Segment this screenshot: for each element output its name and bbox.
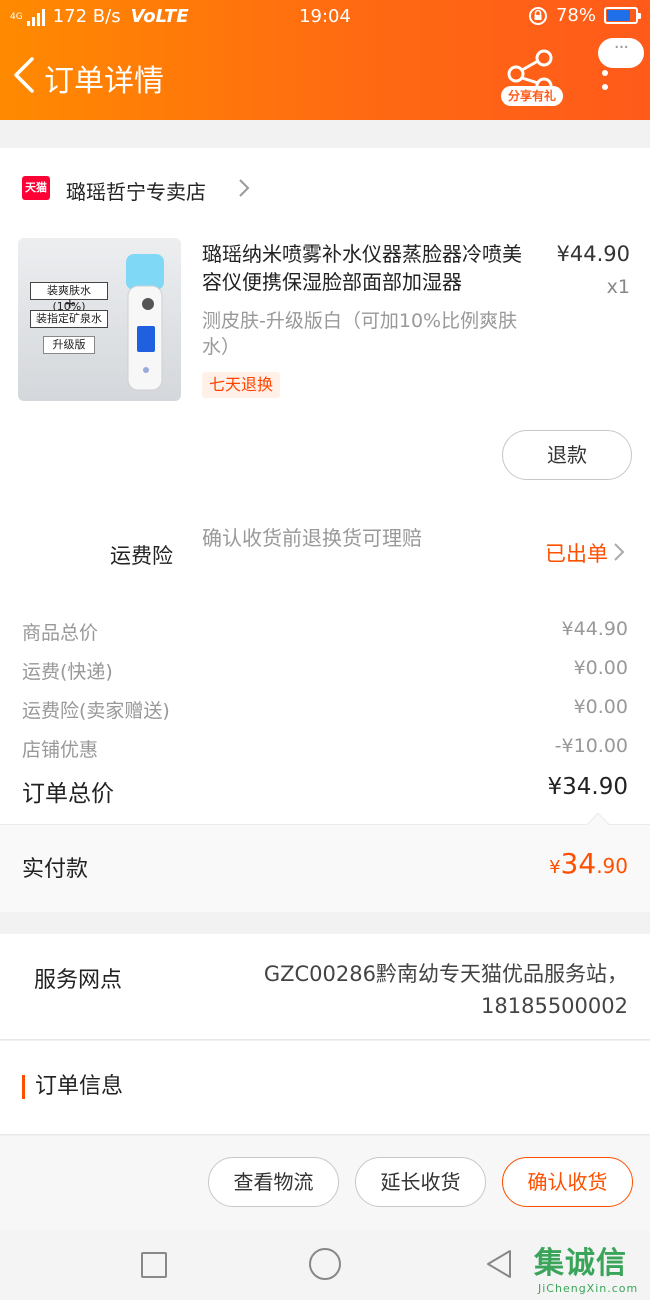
fee-label: 店铺优惠: [22, 739, 99, 761]
notch-arrow: [586, 812, 610, 836]
product-price: ¥44.90: [556, 242, 630, 266]
fee-value: ¥0.00: [573, 657, 628, 679]
paid-decimal: .90: [596, 854, 628, 878]
rotation-lock-icon: [528, 6, 547, 25]
message-bubble-icon[interactable]: ···: [598, 38, 644, 68]
chevron-right-icon[interactable]: [612, 542, 626, 562]
battery-icon: [604, 7, 641, 24]
order-info-title: 订单信息: [22, 1075, 123, 1099]
service-point-card: 服务网点 GZC00286黔南幼专天猫优品服务站，18185500002: [0, 934, 650, 1040]
paid-label: 实付款: [22, 857, 89, 882]
fee-row-insurance: 运费险(卖家赠送) ¥0.00: [22, 696, 628, 724]
product-image-level: 升级版: [43, 336, 95, 354]
service-point-value: GZC00286黔南幼专天猫优品服务站，18185500002: [263, 962, 628, 1018]
product-quantity: x1: [606, 276, 630, 298]
order-item-card: 天猫 璐瑶哲宁专卖店 装爽肤水(10%) + 装指定矿泉水 升级版 璐瑶纳米喷雾…: [0, 148, 650, 912]
extend-receipt-button[interactable]: 延长收货: [355, 1157, 486, 1207]
fee-row-shipping: 运费(快递) ¥0.00: [22, 657, 628, 685]
shop-row[interactable]: 天猫 璐瑶哲宁专卖店: [0, 148, 650, 228]
fee-value: ¥44.90: [561, 618, 628, 640]
mist-sprayer-illustration: [126, 254, 164, 391]
fee-row-discount: 店铺优惠 -¥10.00: [22, 735, 628, 763]
home-icon[interactable]: [309, 1248, 341, 1280]
shipping-insurance-status[interactable]: 已出单: [545, 538, 608, 568]
paid-value: ¥34.90: [549, 847, 628, 880]
recent-apps-icon[interactable]: [141, 1252, 167, 1278]
more-dots-icon[interactable]: [602, 70, 610, 98]
fee-value: ¥0.00: [573, 696, 628, 718]
watermark-logo: 集诚信 JiChengXin.com: [530, 1238, 648, 1298]
return-policy-tag: 七天退换: [202, 372, 281, 398]
product-image[interactable]: 装爽肤水(10%) + 装指定矿泉水 升级版: [18, 238, 181, 401]
product-image-label-2: 装指定矿泉水: [30, 310, 108, 328]
product-title[interactable]: 璐瑶纳米喷雾补水仪器蒸脸器冷喷美容仪便携保湿脸部面部加湿器: [202, 240, 532, 296]
fee-value: -¥10.00: [554, 735, 628, 757]
shop-name[interactable]: 璐瑶哲宁专卖店: [66, 176, 206, 205]
app-header: 4G 172 B/s VoLTE 19:04 78% 订单详情 分享有礼 ···: [0, 0, 650, 120]
status-right: 78%: [528, 5, 641, 26]
nav-bar: 订单详情: [0, 40, 650, 120]
system-nav-bar: 集诚信 JiChengXin.com: [0, 1230, 650, 1300]
paid-amount-box: 实付款 ¥34.90: [0, 812, 650, 912]
more-menu[interactable]: ···: [598, 38, 644, 98]
fee-label: 运费险(卖家赠送): [22, 700, 170, 722]
fee-label: 商品总价: [22, 622, 99, 644]
back-arrow-icon[interactable]: [10, 56, 40, 94]
fee-label: 运费(快递): [22, 661, 113, 683]
paid-currency: ¥: [549, 857, 561, 878]
battery-percent: 78%: [555, 5, 596, 26]
shipping-insurance-desc: 确认收货前退换货可理赔: [202, 526, 422, 550]
paid-integer: 34: [560, 847, 597, 880]
status-bar: 4G 172 B/s VoLTE 19:04 78%: [0, 0, 650, 34]
share-reward-badge[interactable]: 分享有礼: [501, 86, 563, 106]
order-total-row: 订单总价 ¥34.90: [22, 774, 628, 808]
chevron-right-icon[interactable]: [236, 178, 252, 198]
action-bar: 查看物流 延长收货 确认收货: [0, 1136, 650, 1230]
page-title: 订单详情: [44, 64, 164, 99]
refund-button[interactable]: 退款: [502, 430, 632, 480]
fee-row-goods-total: 商品总价 ¥44.90: [22, 618, 628, 646]
product-sku: 测皮肤-升级版白（可加10%比例爽肤水）: [202, 310, 518, 358]
shipping-insurance-label: 运费险: [110, 544, 173, 568]
order-total-label: 订单总价: [22, 781, 114, 807]
tmall-logo: 天猫: [22, 176, 50, 200]
service-point-label: 服务网点: [34, 968, 123, 993]
watermark-text: 集诚信: [534, 1246, 627, 1281]
order-total-value: ¥34.90: [547, 774, 628, 800]
watermark-url: JiChengXin.com: [538, 1282, 639, 1295]
view-logistics-button[interactable]: 查看物流: [208, 1157, 339, 1207]
back-triangle-icon[interactable]: [484, 1248, 514, 1280]
order-info-card: 订单信息: [0, 1041, 650, 1135]
confirm-receipt-button[interactable]: 确认收货: [502, 1157, 633, 1207]
